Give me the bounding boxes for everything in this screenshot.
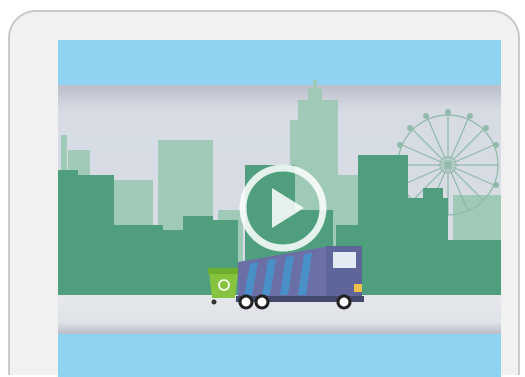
play-icon <box>239 164 327 252</box>
sky-bottom <box>58 334 501 377</box>
video-player[interactable] <box>58 40 501 377</box>
tablet-frame <box>8 10 520 377</box>
sky-top <box>58 40 501 85</box>
play-button[interactable] <box>238 163 328 253</box>
